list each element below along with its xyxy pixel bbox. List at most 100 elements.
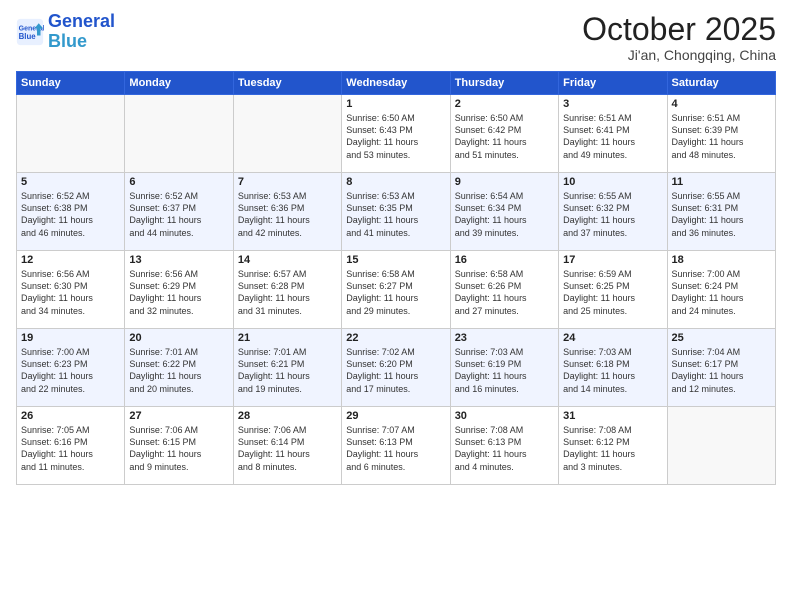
day-number: 11: [672, 176, 771, 188]
calendar-cell: 4 Sunrise: 6:51 AM Sunset: 6:39 PM Daylig…: [667, 95, 775, 173]
calendar-cell: 18 Sunrise: 7:00 AM Sunset: 6:24 PM Dayli…: [667, 251, 775, 329]
day-info: Sunrise: 6:52 AM Sunset: 6:37 PM Dayligh…: [129, 190, 228, 239]
calendar-cell: 12 Sunrise: 6:56 AM Sunset: 6:30 PM Dayli…: [17, 251, 125, 329]
logo: General Blue GeneralBlue: [16, 12, 115, 52]
calendar-cell: 15 Sunrise: 6:58 AM Sunset: 6:27 PM Dayli…: [342, 251, 450, 329]
weekday-header-saturday: Saturday: [667, 72, 775, 95]
day-info: Sunrise: 6:55 AM Sunset: 6:31 PM Dayligh…: [672, 190, 771, 239]
day-info: Sunrise: 7:08 AM Sunset: 6:13 PM Dayligh…: [455, 424, 554, 473]
calendar-cell: 28Sunrise: 7:06 AM Sunset: 6:14 PM Dayli…: [233, 407, 341, 485]
weekday-header-wednesday: Wednesday: [342, 72, 450, 95]
calendar-cell: 17Sunrise: 6:59 AM Sunset: 6:25 PM Dayli…: [559, 251, 667, 329]
header: General Blue GeneralBlue October 2025 Ji…: [16, 12, 776, 63]
day-number: 25: [672, 332, 771, 344]
calendar-cell: 8Sunrise: 6:53 AM Sunset: 6:35 PM Daylig…: [342, 173, 450, 251]
day-number: 13: [129, 254, 228, 266]
calendar-title: October 2025: [582, 12, 776, 47]
calendar-cell: 3Sunrise: 6:51 AM Sunset: 6:41 PM Daylig…: [559, 95, 667, 173]
day-info: Sunrise: 6:57 AM Sunset: 6:28 PM Dayligh…: [238, 268, 337, 317]
day-info: Sunrise: 6:50 AM Sunset: 6:42 PM Dayligh…: [455, 112, 554, 161]
day-number: 23: [455, 332, 554, 344]
day-number: 19: [21, 332, 120, 344]
calendar-cell: [667, 407, 775, 485]
calendar-cell: 1 Sunrise: 6:50 AM Sunset: 6:43 PM Daylig…: [342, 95, 450, 173]
day-info: Sunrise: 7:06 AM Sunset: 6:15 PM Dayligh…: [129, 424, 228, 473]
calendar-cell: 7 Sunrise: 6:53 AM Sunset: 6:36 PM Daylig…: [233, 173, 341, 251]
day-info: Sunrise: 7:00 AM Sunset: 6:23 PM Dayligh…: [21, 346, 120, 395]
day-info: Sunrise: 6:56 AM Sunset: 6:29 PM Dayligh…: [129, 268, 228, 317]
weekday-header-sunday: Sunday: [17, 72, 125, 95]
day-info: Sunrise: 7:08 AM Sunset: 6:12 PM Dayligh…: [563, 424, 662, 473]
day-info: Sunrise: 7:02 AM Sunset: 6:20 PM Dayligh…: [346, 346, 445, 395]
day-info: Sunrise: 6:50 AM Sunset: 6:43 PM Dayligh…: [346, 112, 445, 161]
calendar-week-row: 26Sunrise: 7:05 AM Sunset: 6:16 PM Dayli…: [17, 407, 776, 485]
weekday-header-monday: Monday: [125, 72, 233, 95]
calendar-cell: [17, 95, 125, 173]
calendar-body: 1 Sunrise: 6:50 AM Sunset: 6:43 PM Daylig…: [17, 95, 776, 485]
day-info: Sunrise: 7:05 AM Sunset: 6:16 PM Dayligh…: [21, 424, 120, 473]
day-number: 21: [238, 332, 337, 344]
day-number: 4: [672, 98, 771, 110]
calendar-cell: 23 Sunrise: 7:03 AM Sunset: 6:19 PM Dayli…: [450, 329, 558, 407]
day-number: 7: [238, 176, 337, 188]
day-number: 15: [346, 254, 445, 266]
calendar-week-row: 12 Sunrise: 6:56 AM Sunset: 6:30 PM Dayli…: [17, 251, 776, 329]
day-number: 12: [21, 254, 120, 266]
calendar-table: SundayMondayTuesdayWednesdayThursdayFrid…: [16, 71, 776, 485]
calendar-cell: 13 Sunrise: 6:56 AM Sunset: 6:29 PM Dayli…: [125, 251, 233, 329]
calendar-cell: [125, 95, 233, 173]
day-info: Sunrise: 7:03 AM Sunset: 6:19 PM Dayligh…: [455, 346, 554, 395]
day-number: 29: [346, 410, 445, 422]
day-info: Sunrise: 6:51 AM Sunset: 6:39 PM Dayligh…: [672, 112, 771, 161]
svg-text:Blue: Blue: [19, 32, 37, 41]
day-info: Sunrise: 6:52 AM Sunset: 6:38 PM Dayligh…: [21, 190, 120, 239]
logo-icon: General Blue: [16, 18, 44, 46]
day-number: 20: [129, 332, 228, 344]
calendar-cell: 16 Sunrise: 6:58 AM Sunset: 6:26 PM Dayli…: [450, 251, 558, 329]
day-info: Sunrise: 6:54 AM Sunset: 6:34 PM Dayligh…: [455, 190, 554, 239]
calendar-cell: 20Sunrise: 7:01 AM Sunset: 6:22 PM Dayli…: [125, 329, 233, 407]
calendar-cell: 22 Sunrise: 7:02 AM Sunset: 6:20 PM Dayli…: [342, 329, 450, 407]
calendar-cell: 6 Sunrise: 6:52 AM Sunset: 6:37 PM Daylig…: [125, 173, 233, 251]
calendar-cell: 19 Sunrise: 7:00 AM Sunset: 6:23 PM Dayli…: [17, 329, 125, 407]
weekday-header-thursday: Thursday: [450, 72, 558, 95]
day-number: 27: [129, 410, 228, 422]
calendar-cell: 25 Sunrise: 7:04 AM Sunset: 6:17 PM Dayli…: [667, 329, 775, 407]
day-number: 1: [346, 98, 445, 110]
day-number: 2: [455, 98, 554, 110]
calendar-cell: 9 Sunrise: 6:54 AM Sunset: 6:34 PM Daylig…: [450, 173, 558, 251]
day-number: 22: [346, 332, 445, 344]
day-info: Sunrise: 6:58 AM Sunset: 6:26 PM Dayligh…: [455, 268, 554, 317]
day-number: 30: [455, 410, 554, 422]
day-number: 31: [563, 410, 662, 422]
day-number: 10: [563, 176, 662, 188]
day-info: Sunrise: 7:00 AM Sunset: 6:24 PM Dayligh…: [672, 268, 771, 317]
calendar-cell: [233, 95, 341, 173]
day-info: Sunrise: 6:51 AM Sunset: 6:41 PM Dayligh…: [563, 112, 662, 161]
calendar-week-row: 1 Sunrise: 6:50 AM Sunset: 6:43 PM Daylig…: [17, 95, 776, 173]
day-number: 18: [672, 254, 771, 266]
day-info: Sunrise: 7:04 AM Sunset: 6:17 PM Dayligh…: [672, 346, 771, 395]
day-info: Sunrise: 6:55 AM Sunset: 6:32 PM Dayligh…: [563, 190, 662, 239]
day-number: 17: [563, 254, 662, 266]
day-number: 14: [238, 254, 337, 266]
day-info: Sunrise: 7:01 AM Sunset: 6:21 PM Dayligh…: [238, 346, 337, 395]
calendar-cell: 21 Sunrise: 7:01 AM Sunset: 6:21 PM Dayli…: [233, 329, 341, 407]
calendar-cell: 2 Sunrise: 6:50 AM Sunset: 6:42 PM Daylig…: [450, 95, 558, 173]
day-info: Sunrise: 6:56 AM Sunset: 6:30 PM Dayligh…: [21, 268, 120, 317]
page: General Blue GeneralBlue October 2025 Ji…: [0, 0, 792, 612]
day-info: Sunrise: 6:58 AM Sunset: 6:27 PM Dayligh…: [346, 268, 445, 317]
day-number: 6: [129, 176, 228, 188]
day-number: 8: [346, 176, 445, 188]
title-block: October 2025 Ji'an, Chongqing, China: [582, 12, 776, 63]
calendar-cell: 31 Sunrise: 7:08 AM Sunset: 6:12 PM Dayli…: [559, 407, 667, 485]
day-number: 9: [455, 176, 554, 188]
weekday-header-row: SundayMondayTuesdayWednesdayThursdayFrid…: [17, 72, 776, 95]
calendar-cell: 30 Sunrise: 7:08 AM Sunset: 6:13 PM Dayli…: [450, 407, 558, 485]
day-number: 16: [455, 254, 554, 266]
calendar-cell: 10 Sunrise: 6:55 AM Sunset: 6:32 PM Dayli…: [559, 173, 667, 251]
calendar-cell: 26Sunrise: 7:05 AM Sunset: 6:16 PM Dayli…: [17, 407, 125, 485]
day-number: 24: [563, 332, 662, 344]
day-info: Sunrise: 6:53 AM Sunset: 6:36 PM Dayligh…: [238, 190, 337, 239]
calendar-cell: 27 Sunrise: 7:06 AM Sunset: 6:15 PM Dayli…: [125, 407, 233, 485]
